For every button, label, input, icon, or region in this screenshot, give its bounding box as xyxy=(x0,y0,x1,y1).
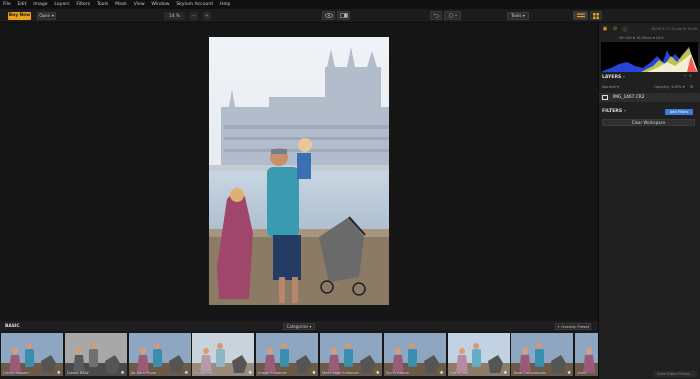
preset-preview-image xyxy=(64,333,127,376)
preset-label: Soft & Airy xyxy=(449,371,469,375)
filters-title[interactable]: FILTERS - xyxy=(602,109,626,114)
preset-thumbnail[interactable]: Clarity Booster ★ xyxy=(1,333,63,376)
preset-thumbnail[interactable]: Mild Image Enhancer ★ xyxy=(320,333,382,376)
menu-item[interactable]: Mask xyxy=(115,2,127,7)
preset-preview-image xyxy=(192,333,255,376)
compare-icon xyxy=(339,13,348,18)
layer-name: IMG_1467.CR2 xyxy=(613,95,645,100)
open-button[interactable]: Open ▾ xyxy=(37,11,56,20)
history-button[interactable] xyxy=(444,11,461,20)
favorite-star-icon[interactable]: ★ xyxy=(248,370,252,376)
save-filters-preset-button[interactable]: Save Filters Preset... xyxy=(653,371,697,377)
zoom-in-button[interactable]: + xyxy=(203,11,211,20)
histogram xyxy=(601,42,698,72)
layer-settings-gear-icon[interactable]: ⚙ xyxy=(690,84,693,89)
preset-preview-image xyxy=(447,333,510,376)
preset-preview-image xyxy=(383,333,446,376)
preset-thumbnail[interactable]: Vivid★ xyxy=(575,333,598,376)
clear-workspace-button[interactable]: Clear Workspace xyxy=(602,119,695,126)
opacity-dropdown[interactable]: Opacity: 100% ▾ xyxy=(654,84,685,89)
preset-thumbnail[interactable]: Tonal Compression ★ xyxy=(511,333,574,376)
history-icon xyxy=(448,13,457,18)
favorite-star-icon[interactable]: ★ xyxy=(312,370,316,376)
favorite-star-icon[interactable]: ★ xyxy=(184,370,188,376)
preset-label: Mild Image Enhancer xyxy=(322,371,359,375)
image-canvas[interactable] xyxy=(0,23,598,321)
favorite-star-icon[interactable]: ★ xyxy=(376,370,380,376)
photo-image xyxy=(209,37,389,305)
overlay-preset-button[interactable]: + Overlay Preset xyxy=(555,322,591,330)
presets-strip: Clarity Booster ★ Classic B&W ★ Da Daro Phot… xyxy=(0,331,598,379)
menu-item[interactable]: Edit xyxy=(17,2,26,7)
preset-label: Classic B&W xyxy=(66,371,89,375)
menu-item[interactable]: Image xyxy=(33,2,47,7)
menu-item[interactable]: File xyxy=(3,2,11,7)
info-tab-icon[interactable]: ⓘ xyxy=(622,26,628,33)
preset-thumbnail[interactable]: Sky Enhancer ★ xyxy=(383,333,446,376)
menu-item[interactable]: Skylum Account xyxy=(176,2,213,7)
preset-preview-image xyxy=(511,333,574,376)
preset-preview-image xyxy=(1,333,63,376)
preset-label: Sky Enhancer xyxy=(385,371,410,375)
layers-title[interactable]: LAYERS - xyxy=(602,75,625,80)
zoom-level[interactable]: 14 % xyxy=(164,11,185,20)
categories-dropdown[interactable]: Categories ▾ xyxy=(283,322,315,330)
preset-label: Foggy Day xyxy=(194,371,213,375)
preset-thumbnail[interactable]: Soft & Airy ★ xyxy=(447,333,510,376)
menu-bar: File Edit Image Layers Filters Tools Mask View W… xyxy=(0,0,700,9)
preset-thumbnail[interactable]: Classic B&W ★ xyxy=(64,333,127,376)
history-tab-icon[interactable]: ⊙ xyxy=(612,26,618,32)
compare-button[interactable] xyxy=(337,11,350,20)
preset-label: Tonal Compression xyxy=(513,371,547,375)
menu-item[interactable]: Filters xyxy=(76,2,90,7)
favorite-star-icon[interactable]: ★ xyxy=(57,370,61,376)
layer-thumbnail xyxy=(602,95,608,100)
favorite-star-icon[interactable]: ★ xyxy=(567,370,571,376)
favorite-star-icon[interactable]: ★ xyxy=(120,370,124,376)
photo-exif: ISO 100 ⊕ 70.00mm ⊕ f/4.0 xyxy=(619,36,664,40)
layer-blend-row: Normal ▾ Opacity: 100% ▾ ⚙ xyxy=(602,84,698,89)
eye-icon xyxy=(324,13,333,18)
undo-icon xyxy=(433,13,439,18)
layers-tab-icon[interactable]: ▣ xyxy=(602,26,608,32)
favorite-star-icon[interactable]: ★ xyxy=(503,370,507,376)
panel-tabs: ▣ ⊙ ⓘ xyxy=(602,26,628,33)
right-panel: ▣ ⊙ ⓘ 04/04 ⊕ 11:24 am ⊕ 10:04 ISO 100 ⊕… xyxy=(598,23,700,379)
add-filters-button[interactable]: Add Filters xyxy=(665,109,693,115)
menu-item[interactable]: View xyxy=(134,2,145,7)
menu-item[interactable]: Window xyxy=(151,2,169,7)
presets-header: BASIC Categories ▾ + Overlay Preset xyxy=(0,321,598,331)
preview-toggle-button[interactable] xyxy=(322,11,335,20)
single-view-button[interactable] xyxy=(573,11,588,20)
preset-thumbnail[interactable]: Da Daro Photo ★ xyxy=(128,333,191,376)
tools-dropdown[interactable]: Tools ▾ xyxy=(507,11,529,20)
main-photo[interactable] xyxy=(209,37,389,305)
blend-mode-dropdown[interactable]: Normal ▾ xyxy=(602,84,619,89)
preset-label: Vivid xyxy=(577,371,586,375)
menu-item[interactable]: Help xyxy=(220,2,230,7)
preset-thumbnail[interactable]: Image Enhancer ★ xyxy=(256,333,319,376)
preset-preview-image xyxy=(256,333,319,376)
preset-label: Clarity Booster xyxy=(3,371,30,375)
preset-label: Da Daro Photo xyxy=(130,371,156,375)
favorite-star-icon[interactable]: ★ xyxy=(439,370,443,376)
layer-menu-icon[interactable]: − + xyxy=(683,74,692,79)
preset-preview-image xyxy=(320,333,382,376)
layer-item[interactable]: IMG_1467.CR2 xyxy=(599,93,700,102)
grid-icon xyxy=(593,12,599,19)
toolbar: Buy Now Open ▾ 14 % − + Tools ▾ xyxy=(0,9,700,23)
panel-icon xyxy=(576,13,585,18)
preset-category-label: BASIC xyxy=(5,323,20,329)
buy-now-button[interactable]: Buy Now xyxy=(8,11,31,20)
preset-thumbnail[interactable]: Foggy Day ★ xyxy=(192,333,255,376)
preset-label: Image Enhancer xyxy=(258,371,287,375)
undo-button[interactable] xyxy=(430,11,442,20)
menu-item[interactable]: Tools xyxy=(97,2,108,7)
zoom-out-button[interactable]: − xyxy=(190,11,198,20)
photo-date: 04/04 ⊕ 11:24 am ⊕ 10:04 xyxy=(651,27,697,31)
layout-button[interactable] xyxy=(590,11,602,20)
preset-preview-image xyxy=(575,333,598,376)
menu-item[interactable]: Layers xyxy=(54,2,69,7)
preset-preview-image xyxy=(128,333,191,376)
